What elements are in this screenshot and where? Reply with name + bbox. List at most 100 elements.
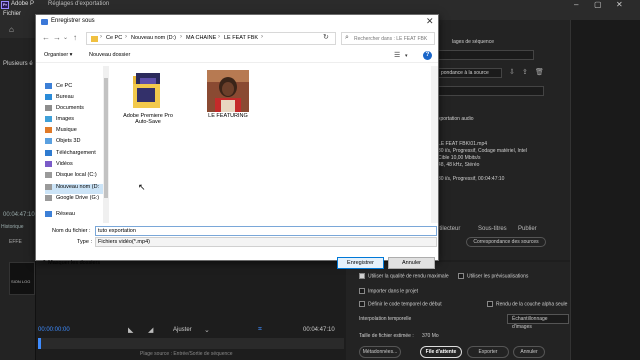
- mark-out-icon[interactable]: ◢: [148, 326, 153, 334]
- view-options-icon[interactable]: ☰: [394, 51, 400, 59]
- match-source-button[interactable]: Correspondance des sources: [466, 237, 546, 247]
- help-icon[interactable]: ?: [423, 51, 432, 60]
- filetype-select[interactable]: Fichiers vidéo(*.mp4): [95, 237, 437, 247]
- maximize-icon[interactable]: ▢: [594, 0, 602, 9]
- view-chevron-icon[interactable]: ▾: [405, 53, 408, 59]
- preset-field[interactable]: [438, 50, 534, 60]
- dialog-cancel-button[interactable]: Annuler: [388, 257, 435, 269]
- history-label[interactable]: Historique: [1, 224, 24, 230]
- forward-arrow-icon[interactable]: →: [53, 33, 61, 42]
- queue-button[interactable]: File d'attente: [420, 346, 462, 358]
- tab-subtitles[interactable]: Sous-titres: [478, 226, 507, 232]
- sidebar-item[interactable]: Bureau: [45, 94, 108, 104]
- image-thumbnail-icon: [207, 70, 249, 112]
- fit-dropdown[interactable]: Ajuster: [173, 327, 192, 333]
- import-project-checkbox[interactable]: [359, 288, 365, 294]
- effects-label[interactable]: EFFE: [9, 239, 22, 245]
- navigation-scrollbar[interactable]: [103, 66, 109, 223]
- navigation-scroll-thumb[interactable]: [104, 78, 108, 198]
- filetype-row: Type : Fichiers vidéo(*.mp4): [36, 237, 438, 248]
- export-button[interactable]: Exporter: [467, 346, 509, 358]
- objects3d-icon: [45, 138, 52, 144]
- save-preset-icon[interactable]: ⇩: [509, 68, 515, 76]
- import-project-row[interactable]: Importer dans le projet: [359, 288, 418, 294]
- sidebar-item-label: Documents: [56, 105, 84, 111]
- time-interp-select[interactable]: Échantillonnage d'images: [507, 314, 569, 330]
- breadcrumb-separator: ›: [180, 34, 182, 40]
- alpha-checkbox[interactable]: [487, 301, 493, 307]
- filename-input[interactable]: tuto exportation: [95, 226, 437, 236]
- sidebar-item[interactable]: Objets 3D: [45, 138, 108, 148]
- previews-row[interactable]: Utiliser les prévisualisations: [458, 273, 528, 279]
- previews-checkbox[interactable]: [458, 273, 464, 279]
- playhead[interactable]: [38, 338, 41, 349]
- file-item-autosave[interactable]: Adobe Premiere Pro Auto-Save: [122, 70, 174, 140]
- sidebar-item[interactable]: Documents: [45, 105, 108, 115]
- app-titlebar: Pr Adobe P Réglages d'exportation – ▢ ✕: [0, 0, 640, 10]
- close-icon[interactable]: ✕: [426, 16, 434, 27]
- sidebar-item[interactable]: Google Drive (G:): [45, 195, 108, 205]
- max-quality-checkbox[interactable]: [359, 273, 365, 279]
- sidebar-item[interactable]: Images: [45, 116, 108, 126]
- search-box[interactable]: ⌕ Rechercher dans : LE FEAT FBK: [341, 32, 435, 45]
- filename-row: Nom du fichier : tuto exportation: [36, 226, 438, 237]
- breadcrumb-le-feat-fbk[interactable]: LE FEAT FBK: [224, 35, 258, 41]
- sidebar-item-label: Ce PC: [56, 83, 73, 89]
- menu-fichier[interactable]: Fichier: [3, 11, 21, 17]
- mark-in-icon[interactable]: ◣: [128, 326, 133, 334]
- address-bar[interactable]: › Ce PC › Nouveau nom (D:) › MA CHAINE ›…: [86, 32, 362, 45]
- tab-publish[interactable]: Publier: [518, 226, 537, 232]
- left-topbar: [0, 20, 36, 38]
- sidebar-item[interactable]: Réseau: [45, 211, 108, 221]
- close-icon[interactable]: ✕: [616, 0, 623, 9]
- save-button[interactable]: Enregistrer: [337, 257, 384, 269]
- breadcrumb-ma-chaine[interactable]: MA CHAINE: [186, 35, 216, 41]
- comments-field[interactable]: [438, 86, 544, 96]
- tab-multiplayer[interactable]: ltilecteur: [438, 226, 460, 232]
- time-in[interactable]: 00:00:00:00: [38, 327, 70, 333]
- breadcrumb-separator: ›: [218, 34, 220, 40]
- dialog-titlebar: Enregistrer sous ✕: [36, 15, 438, 29]
- import-preset-icon[interactable]: ⇪: [522, 68, 528, 76]
- dialog-title: Enregistrer sous: [51, 18, 95, 24]
- crop-icon[interactable]: ⌗: [258, 326, 262, 334]
- premiere-cancel-button[interactable]: Annuler: [513, 346, 545, 358]
- history-chevron-icon[interactable]: ⌄: [63, 34, 68, 41]
- file-item-le-featuring[interactable]: LE FEATURING: [202, 70, 254, 140]
- sidebar-item[interactable]: Disque local (C:): [45, 172, 108, 182]
- delete-preset-icon[interactable]: 🗑: [535, 68, 544, 76]
- metadata-button[interactable]: Métadonnées...: [359, 346, 401, 358]
- fit-chevron-icon[interactable]: ⌄: [204, 326, 210, 334]
- sidebar-item-label: Google Drive (G:): [56, 195, 100, 201]
- start-timecode-checkbox[interactable]: [359, 301, 365, 307]
- sidebar-item[interactable]: Musique: [45, 127, 108, 137]
- search-icon: ⌕: [345, 34, 349, 41]
- source-range-label[interactable]: Plage source : Entrée/Sortie de séquence: [140, 351, 233, 357]
- filetype-label: Type :: [77, 239, 92, 245]
- alpha-row[interactable]: Rendu de la couche alpha seule: [487, 301, 567, 307]
- sidebar-item[interactable]: Nouveau nom (D:: [45, 184, 108, 194]
- back-arrow-icon[interactable]: ←: [42, 33, 50, 42]
- content-scrollbar[interactable]: [431, 66, 438, 223]
- sidebar-item-label: Bureau: [56, 94, 74, 100]
- new-folder-button[interactable]: Nouveau dossier: [89, 52, 130, 58]
- summary-output-path: LE FEAT FBK\01.mp4: [438, 141, 488, 147]
- max-quality-row[interactable]: Utiliser la qualité de rendu maximale: [359, 273, 449, 279]
- sidebar-item[interactable]: Ce PC: [45, 83, 108, 93]
- up-arrow-icon[interactable]: ↑: [73, 33, 77, 42]
- breadcrumb-ce-pc[interactable]: Ce PC: [106, 35, 122, 41]
- scrub-bar[interactable]: [38, 338, 344, 349]
- start-timecode-row[interactable]: Définir le code temporel de début: [359, 301, 442, 307]
- organize-button[interactable]: Organiser ▾: [44, 52, 72, 58]
- folder-icon: [91, 36, 98, 42]
- refresh-icon[interactable]: ↻: [323, 33, 329, 41]
- previews-label: Utiliser les prévisualisations: [467, 273, 529, 280]
- breadcrumb-drive[interactable]: Nouveau nom (D:): [131, 35, 176, 41]
- home-icon[interactable]: ⌂: [9, 25, 14, 34]
- sidebar-item[interactable]: Téléchargement: [45, 150, 108, 160]
- drive-icon: [45, 172, 52, 178]
- minimize-icon[interactable]: –: [574, 0, 578, 9]
- hide-folders-toggle[interactable]: ⌃ Masquer les dossiers: [42, 260, 100, 266]
- sidebar-item[interactable]: Vidéos: [45, 161, 108, 171]
- match-source-field[interactable]: pondance à la source: [438, 68, 502, 78]
